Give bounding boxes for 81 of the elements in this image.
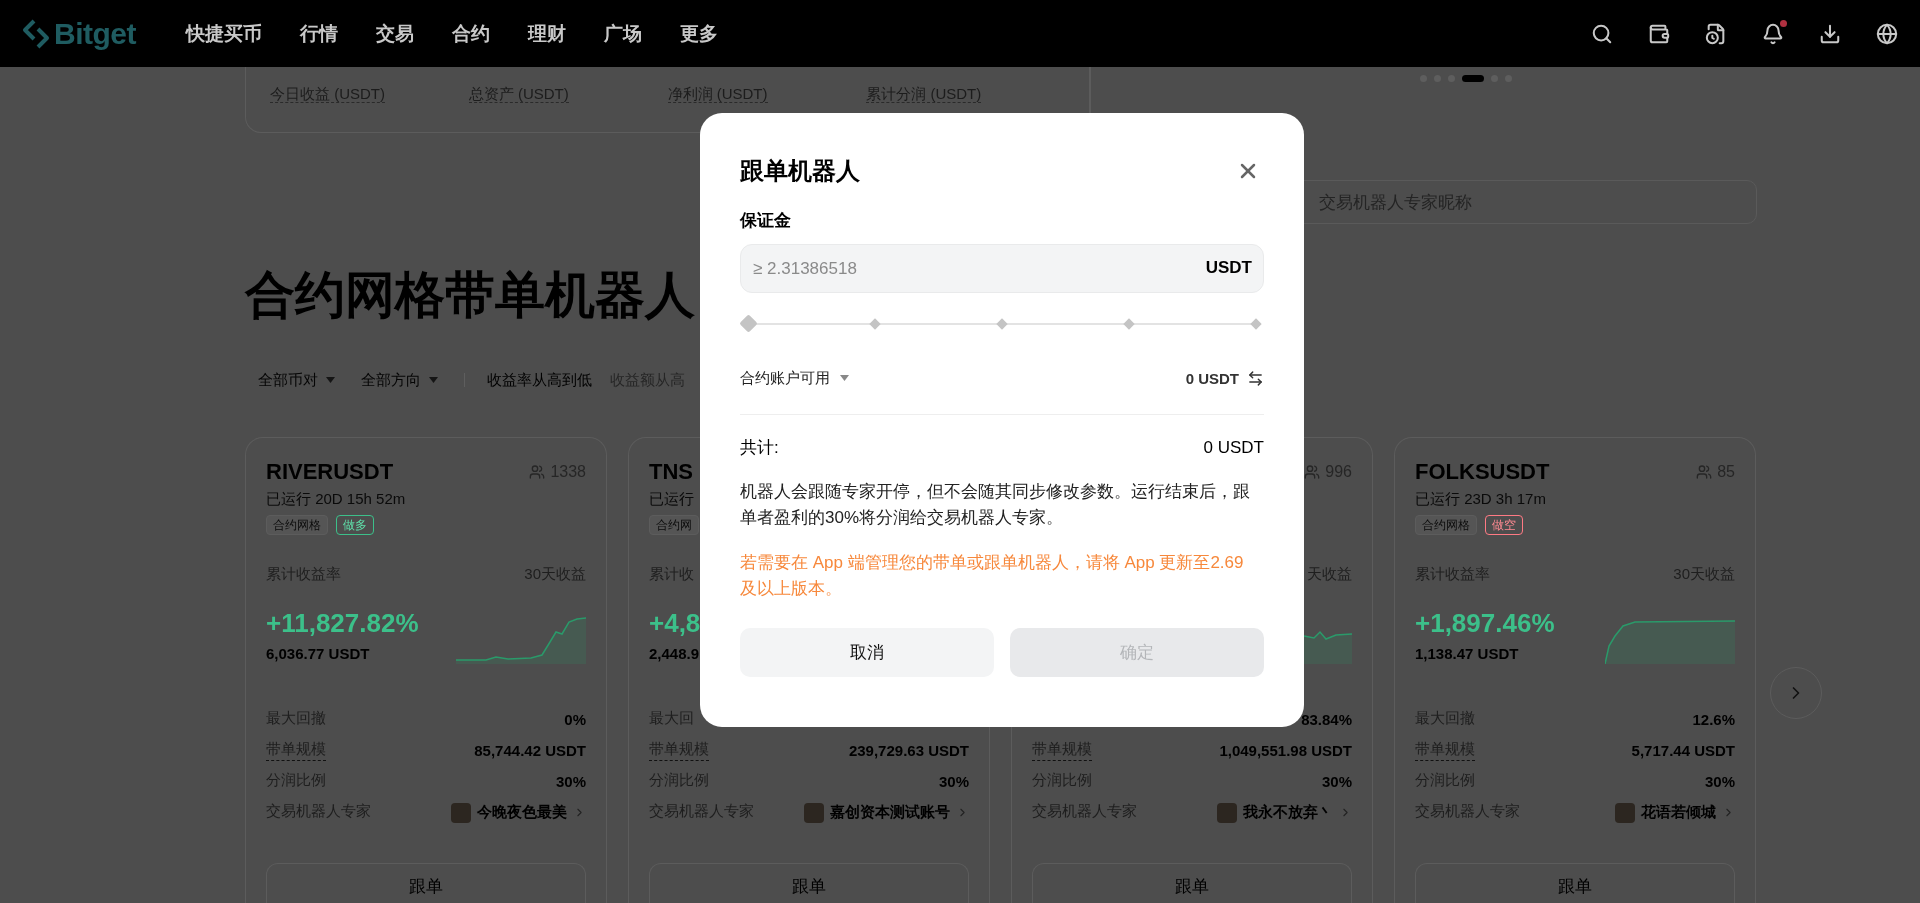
dialog-title: 跟单机器人	[740, 156, 860, 186]
stat-value: 12.6%	[1692, 711, 1735, 728]
clock-file-icon[interactable]	[1705, 22, 1727, 45]
follow-button[interactable]: 跟单	[649, 863, 969, 903]
tag: 做多	[336, 515, 374, 535]
caret-icon	[840, 375, 849, 381]
nav-item[interactable]: 快捷买币	[186, 20, 262, 47]
stat-value: 83.84%	[1301, 711, 1352, 728]
follow-button[interactable]: 跟单	[1032, 863, 1352, 903]
slider-tick	[869, 318, 881, 330]
filter-dropdown[interactable]: 全部币对	[258, 370, 335, 390]
profit-value: 1,138.47 USDT	[1415, 644, 1520, 664]
nav-item[interactable]: 合约	[452, 20, 490, 47]
caret-icon	[429, 377, 438, 383]
stat-value: 85,744.42 USDT	[474, 742, 586, 759]
nav-item[interactable]: 理财	[528, 20, 566, 47]
follow-button[interactable]: 跟单	[1415, 863, 1735, 903]
sort-option[interactable]: 收益率从高到低	[487, 370, 592, 390]
total-value: 0 USDT	[1203, 437, 1264, 459]
cancel-button[interactable]: 取消	[740, 628, 994, 677]
tag: 合约网格	[1415, 515, 1477, 535]
stat-value: 5,717.44 USDT	[1631, 742, 1735, 759]
stat-value: 1,049,551.98 USDT	[1219, 742, 1352, 759]
users-icon	[529, 464, 546, 480]
account-dropdown[interactable]: 合约账户可用	[740, 368, 849, 388]
page-heading: 合约网格带单机器人	[245, 266, 695, 325]
tag: 合约网格	[266, 515, 328, 535]
nav-item[interactable]: 广场	[604, 20, 642, 47]
avatar	[1615, 802, 1635, 823]
info-text: 机器人会跟随专家开停，但不会随其同步修改参数。运行结束后，跟单者盈利的30%将分润给交易机器人专家。	[740, 481, 1251, 529]
follow-button[interactable]: 跟单	[266, 863, 586, 903]
users-icon	[1696, 464, 1713, 480]
caret-icon	[326, 377, 335, 383]
wallet-icon[interactable]	[1648, 22, 1670, 45]
logo-text[interactable]: Bitget	[54, 16, 136, 51]
field-label: 保证金	[740, 210, 792, 232]
yield-value: +11,827.82%	[266, 607, 419, 639]
filter-dropdown[interactable]: 全部方向	[361, 370, 438, 390]
warning-text: 若需要在 App 端管理您的带单或跟单机器人，请将 App 更新至2.69 及以上版本。	[740, 552, 1245, 600]
avatar	[1217, 802, 1237, 823]
stat-value: 30%	[1321, 773, 1352, 790]
slider-tick	[1250, 318, 1262, 330]
slider-tick	[1123, 318, 1135, 330]
expert-link[interactable]: 我永不放弃丶	[1217, 802, 1352, 823]
runtime-text: 已运行	[649, 489, 694, 509]
yield-value: +4,8	[649, 607, 701, 639]
tag: 合约网	[649, 515, 699, 535]
pair-name: TNS	[649, 458, 693, 486]
globe-icon[interactable]	[1876, 22, 1898, 45]
expert-link[interactable]: 嘉创资本测试账号	[804, 802, 969, 823]
search-icon[interactable]	[1591, 22, 1613, 45]
stat-value: 30%	[555, 773, 586, 790]
balance-value: 0 USDT	[1185, 369, 1239, 387]
nav-item[interactable]: 行情	[300, 20, 338, 47]
slider-tick	[996, 318, 1008, 330]
runtime-text: 已运行 23D 3h 17m	[1415, 489, 1546, 509]
expert-link[interactable]: 今晚夜色最美	[451, 802, 586, 823]
runtime-text: 已运行 20D 15h 52m	[266, 489, 406, 509]
bell-icon[interactable]	[1762, 22, 1784, 45]
pair-name: RIVERUSDT	[266, 458, 394, 486]
download-icon[interactable]	[1819, 22, 1841, 45]
logo-icon	[22, 18, 50, 49]
profit-value: 2,448.9	[649, 644, 701, 664]
stat-value: 30%	[938, 773, 969, 790]
profit-value: 6,036.77 USDT	[266, 644, 371, 664]
expert-link[interactable]: 花语若倾城	[1615, 802, 1735, 823]
avatar	[804, 802, 824, 823]
pair-name: FOLKSUSDT	[1415, 458, 1550, 486]
stat-value: 239,729.63 USDT	[848, 742, 969, 759]
yield-value: +1,897.46%	[1415, 607, 1555, 639]
stat-value: 0%	[564, 711, 586, 728]
nav-item[interactable]: 交易	[376, 20, 414, 47]
stat-value: 30%	[1704, 773, 1735, 790]
total-label: 共计:	[740, 437, 779, 459]
transfer-icon[interactable]	[1247, 369, 1264, 387]
tag: 做空	[1485, 515, 1523, 535]
unit-label: USDT	[1205, 258, 1252, 278]
nav-item[interactable]: 更多	[680, 20, 718, 47]
users-icon	[1304, 464, 1321, 480]
next-button[interactable]	[1770, 667, 1822, 719]
avatar	[451, 802, 471, 823]
